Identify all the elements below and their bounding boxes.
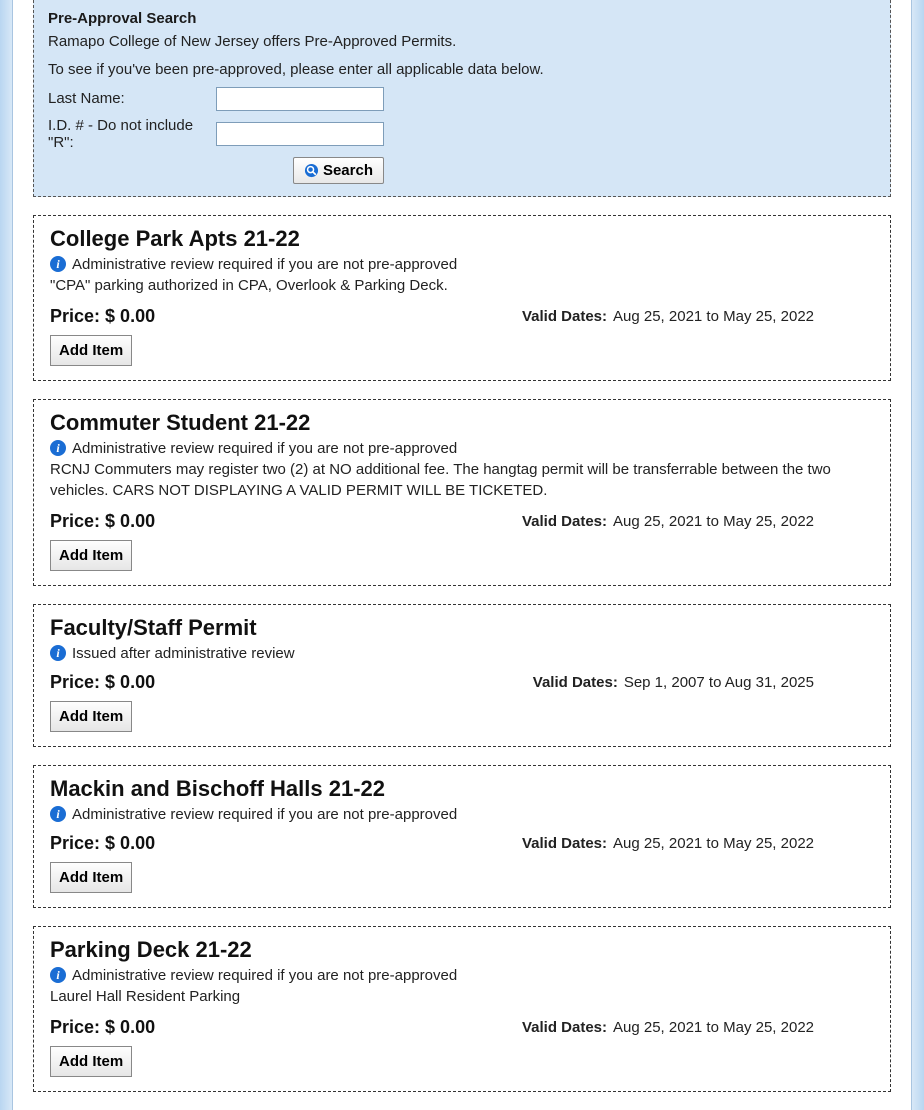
permit-info-line: i Administrative review required if you … [50, 440, 874, 457]
permit-info-line: i Issued after administrative review [50, 645, 874, 662]
permit-description: RCNJ Commuters may register two (2) at N… [50, 459, 874, 501]
permit-title: Commuter Student 21-22 [50, 410, 874, 436]
permit-card: Mackin and Bischoff Halls 21-22 i Admini… [33, 765, 891, 908]
search-button-label: Search [323, 162, 373, 179]
search-desc-1: Ramapo College of New Jersey offers Pre-… [48, 31, 876, 53]
price-label: Price: [50, 511, 100, 531]
add-item-button[interactable]: Add Item [50, 335, 132, 366]
lastname-label: Last Name: [48, 90, 216, 107]
permit-price: Price: $ 0.00 [50, 306, 155, 327]
permit-info-line: i Administrative review required if you … [50, 967, 874, 984]
add-item-button[interactable]: Add Item [50, 701, 132, 732]
valid-dates-value: Sep 1, 2007 to Aug 31, 2025 [624, 674, 814, 691]
add-item-button[interactable]: Add Item [50, 540, 132, 571]
permit-description: "CPA" parking authorized in CPA, Overloo… [50, 275, 874, 296]
price-value: $ 0.00 [105, 1017, 155, 1037]
valid-dates-value: Aug 25, 2021 to May 25, 2022 [613, 308, 814, 325]
permit-info-text: Administrative review required if you ar… [72, 256, 457, 273]
valid-dates-block: Valid Dates: Aug 25, 2021 to May 25, 202… [522, 1019, 814, 1036]
permit-card: Faculty/Staff Permit i Issued after admi… [33, 604, 891, 747]
price-value: $ 0.00 [105, 306, 155, 326]
info-icon: i [50, 440, 66, 456]
search-button[interactable]: Search [293, 157, 384, 184]
valid-dates-value: Aug 25, 2021 to May 25, 2022 [613, 513, 814, 530]
valid-dates-block: Valid Dates: Aug 25, 2021 to May 25, 202… [522, 513, 814, 530]
permit-card: Parking Deck 21-22 i Administrative revi… [33, 926, 891, 1092]
info-icon: i [50, 256, 66, 272]
id-row: I.D. # - Do not include "R": [48, 117, 876, 151]
price-value: $ 0.00 [105, 672, 155, 692]
valid-dates-label: Valid Dates: [522, 308, 607, 325]
add-item-button[interactable]: Add Item [50, 862, 132, 893]
permit-info-line: i Administrative review required if you … [50, 806, 874, 823]
permit-title: Mackin and Bischoff Halls 21-22 [50, 776, 874, 802]
permit-card: Commuter Student 21-22 i Administrative … [33, 399, 891, 586]
valid-dates-label: Valid Dates: [522, 835, 607, 852]
permit-info-text: Administrative review required if you ar… [72, 440, 457, 457]
permit-price: Price: $ 0.00 [50, 1017, 155, 1038]
preapproval-search-panel: Pre-Approval Search Ramapo College of Ne… [33, 0, 891, 197]
price-label: Price: [50, 306, 100, 326]
price-label: Price: [50, 833, 100, 853]
valid-dates-block: Valid Dates: Sep 1, 2007 to Aug 31, 2025 [533, 674, 814, 691]
permit-price: Price: $ 0.00 [50, 511, 155, 532]
info-icon: i [50, 806, 66, 822]
permit-card: College Park Apts 21-22 i Administrative… [33, 215, 891, 381]
lastname-row: Last Name: [48, 87, 876, 111]
permit-title: Faculty/Staff Permit [50, 615, 874, 641]
price-value: $ 0.00 [105, 833, 155, 853]
add-item-button[interactable]: Add Item [50, 1046, 132, 1077]
price-label: Price: [50, 1017, 100, 1037]
id-input[interactable] [216, 122, 384, 146]
permit-info-text: Administrative review required if you ar… [72, 806, 457, 823]
price-value: $ 0.00 [105, 511, 155, 531]
permit-price: Price: $ 0.00 [50, 672, 155, 693]
permit-price: Price: $ 0.00 [50, 833, 155, 854]
valid-dates-value: Aug 25, 2021 to May 25, 2022 [613, 835, 814, 852]
valid-dates-block: Valid Dates: Aug 25, 2021 to May 25, 202… [522, 835, 814, 852]
price-label: Price: [50, 672, 100, 692]
valid-dates-label: Valid Dates: [533, 674, 618, 691]
permit-info-line: i Administrative review required if you … [50, 256, 874, 273]
info-icon: i [50, 967, 66, 983]
search-title: Pre-Approval Search [48, 10, 876, 27]
search-desc-2: To see if you've been pre-approved, plea… [48, 59, 876, 81]
permit-info-text: Issued after administrative review [72, 645, 295, 662]
search-icon [304, 163, 319, 178]
permit-description: Laurel Hall Resident Parking [50, 986, 874, 1007]
permit-title: College Park Apts 21-22 [50, 226, 874, 252]
lastname-input[interactable] [216, 87, 384, 111]
permit-info-text: Administrative review required if you ar… [72, 967, 457, 984]
valid-dates-label: Valid Dates: [522, 1019, 607, 1036]
id-label: I.D. # - Do not include "R": [48, 117, 216, 151]
permit-title: Parking Deck 21-22 [50, 937, 874, 963]
valid-dates-value: Aug 25, 2021 to May 25, 2022 [613, 1019, 814, 1036]
valid-dates-label: Valid Dates: [522, 513, 607, 530]
info-icon: i [50, 645, 66, 661]
valid-dates-block: Valid Dates: Aug 25, 2021 to May 25, 202… [522, 308, 814, 325]
